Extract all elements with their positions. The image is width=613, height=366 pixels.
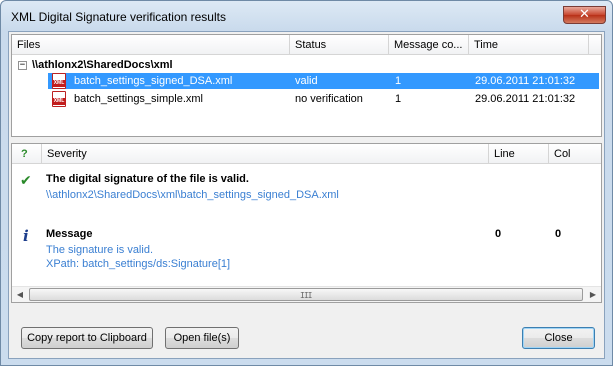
title-bar[interactable]: XML Digital Signature verification resul… — [1, 1, 612, 31]
file-message-count: 1 — [395, 93, 402, 105]
message-file-path[interactable]: \\athlonx2\SharedDocs\xml\batch_settings… — [46, 189, 339, 201]
file-time: 29.06.2011 21:01:32 — [475, 93, 576, 105]
panel-splitter[interactable] — [9, 139, 604, 142]
scroll-right-icon[interactable]: ▶ — [585, 287, 601, 302]
column-header-severity[interactable]: Severity — [42, 144, 489, 164]
column-header-filler — [589, 35, 601, 55]
file-row-selected[interactable]: batch_settings_signed_DSA.xml valid 1 29… — [48, 73, 599, 89]
question-icon: ? — [21, 148, 28, 160]
tree-collapse-icon[interactable]: − — [18, 61, 27, 70]
xml-file-icon: XML — [52, 91, 66, 107]
column-header-line[interactable]: Line — [489, 144, 549, 164]
copy-report-button[interactable]: Copy report to Clipboard — [21, 327, 153, 349]
file-name: batch_settings_simple.xml — [74, 93, 204, 105]
xml-file-icon: XML — [52, 73, 66, 89]
message-col: 0 — [555, 228, 562, 240]
files-list[interactable]: Files Status Message co... Time − \\athl… — [11, 34, 602, 137]
messages-list[interactable]: ? Severity Line Col ✔ The digital signat… — [11, 143, 602, 303]
message-xpath: XPath: batch_settings/ds:Signature[1] — [46, 258, 231, 270]
dialog-window: XML Digital Signature verification resul… — [0, 0, 613, 366]
info-icon: i — [23, 227, 29, 245]
column-header-files[interactable]: Files — [12, 35, 290, 55]
message-line: 0 — [495, 228, 502, 240]
file-message-count: 1 — [395, 75, 402, 87]
window-title: XML Digital Signature verification resul… — [11, 10, 226, 24]
file-time: 29.06.2011 21:01:32 — [475, 75, 576, 87]
column-header-time[interactable]: Time — [469, 35, 589, 55]
scroll-left-icon[interactable]: ◀ — [12, 287, 28, 302]
window-close-icon[interactable]: ✕ — [563, 6, 606, 24]
column-header-message-count[interactable]: Message co... — [389, 35, 469, 55]
file-status: valid — [295, 75, 318, 87]
column-header-status[interactable]: Status — [290, 35, 389, 55]
dialog-body: Files Status Message co... Time − \\athl… — [8, 31, 605, 359]
horizontal-scrollbar[interactable]: ◀ III ▶ — [12, 286, 601, 302]
scrollbar-grip-icon: III — [300, 291, 312, 300]
message-detail: The signature is valid. — [46, 244, 153, 256]
file-name: batch_settings_signed_DSA.xml — [74, 75, 233, 87]
open-files-button[interactable]: Open file(s) — [165, 327, 239, 349]
column-header-icon[interactable]: ? — [12, 144, 42, 164]
check-icon: ✔ — [20, 173, 32, 189]
scrollbar-thumb[interactable]: III — [29, 288, 583, 301]
message-title: Message — [46, 228, 93, 240]
file-row[interactable]: batch_settings_simple.xml no verificatio… — [48, 91, 599, 107]
column-header-col[interactable]: Col — [549, 144, 601, 164]
close-button[interactable]: Close — [522, 327, 595, 349]
message-title: The digital signature of the file is val… — [46, 173, 249, 185]
file-status: no verification — [295, 93, 363, 105]
tree-root-folder[interactable]: \\athlonx2\SharedDocs\xml — [32, 59, 173, 71]
